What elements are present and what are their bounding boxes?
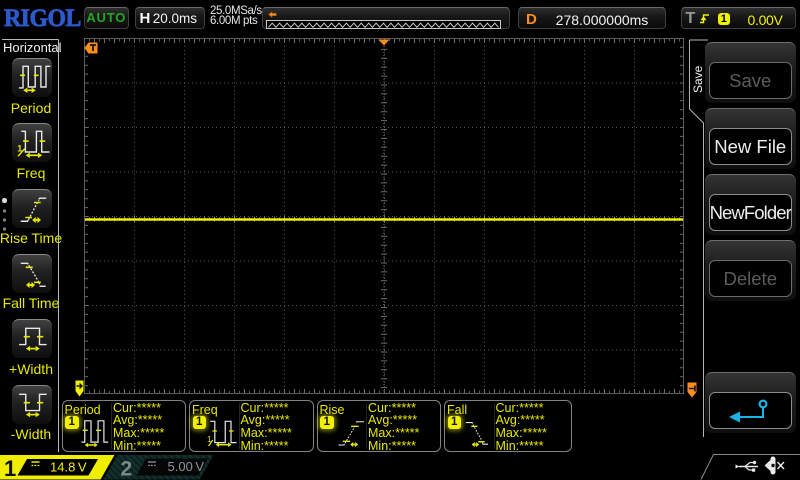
svg-text:5.00 V: 5.00 V xyxy=(168,459,205,474)
svg-text:1: 1 xyxy=(207,435,212,444)
svg-text:14.8 V: 14.8 V xyxy=(50,460,87,475)
svg-text:2: 2 xyxy=(121,458,133,480)
svg-text:1: 1 xyxy=(17,144,22,154)
svg-text:1: 1 xyxy=(4,456,16,480)
